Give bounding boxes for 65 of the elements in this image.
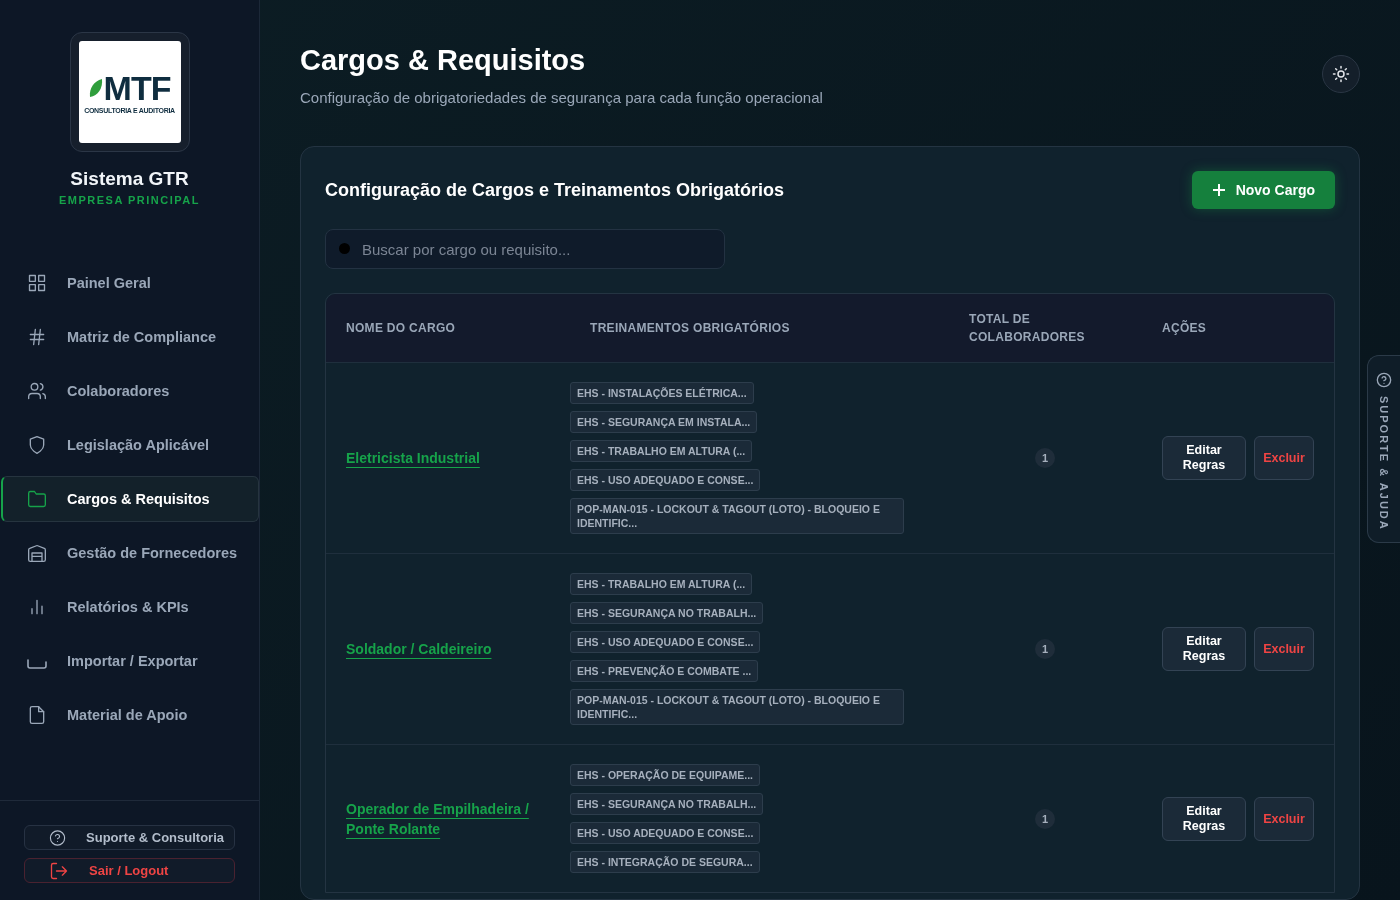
training-tag: EHS - INSTALAÇÕES ELÉTRICA... xyxy=(570,382,754,404)
theme-toggle[interactable] xyxy=(1322,55,1360,93)
delete-button[interactable]: Excluir xyxy=(1254,436,1314,480)
search-field[interactable]: Buscar por cargo ou requisito... xyxy=(325,229,725,269)
folder-icon xyxy=(27,489,47,509)
tray-icon xyxy=(27,658,47,669)
help-tab[interactable]: SUPORTE & AJUDA xyxy=(1367,355,1400,543)
logout-icon xyxy=(49,860,69,881)
card-title: Configuração de Cargos e Treinamentos Obrigatórios xyxy=(325,179,785,201)
delete-button[interactable]: Excluir xyxy=(1254,796,1314,841)
training-tag: EHS - SEGURANÇA NO TRABALH... xyxy=(570,602,764,624)
training-tag: EHS - INTEGRAÇÃO DE SEGURA... xyxy=(570,851,760,873)
delete-button[interactable]: Excluir xyxy=(1254,627,1314,671)
training-tag: EHS - TRABALHO EM ALTURA (... xyxy=(570,573,753,595)
role-link[interactable]: Operador de Empilhadeira / Ponte Rolante xyxy=(346,798,550,839)
logout-button[interactable]: Sair / Logout xyxy=(24,858,235,883)
column-header: AÇÕES xyxy=(1161,319,1208,337)
users-icon xyxy=(27,381,47,401)
edit-rules-button[interactable]: Editar Regras xyxy=(1162,796,1246,841)
hash-icon xyxy=(27,327,47,347)
sidebar-item[interactable]: Importar / Exportar xyxy=(1,638,259,684)
page-subtitle: Configuração de obrigatoriedades de segurança para cada função operacional xyxy=(300,89,823,106)
sidebar-item[interactable]: Cargos & Requisitos xyxy=(1,476,259,522)
training-tag: EHS - OPERAÇÃO DE EQUIPAME... xyxy=(570,764,760,786)
training-tag: EHS - SEGURANÇA EM INSTALA... xyxy=(570,411,758,433)
edit-rules-button[interactable]: Editar Regras xyxy=(1162,627,1246,671)
sun-icon xyxy=(1332,65,1350,83)
training-tag: EHS - USO ADEQUADO E CONSE... xyxy=(570,822,761,844)
help-icon xyxy=(1376,372,1392,388)
training-tag: EHS - USO ADEQUADO E CONSE... xyxy=(570,469,761,491)
training-tag: POP-MAN-015 - LOCKOUT & TAGOUT (LOTO) - BLOQUEIO E IDENTIFIC... xyxy=(570,689,904,725)
search-icon xyxy=(339,243,350,254)
page-title: Cargos & Requisitos xyxy=(300,44,587,77)
file-icon xyxy=(27,705,47,725)
new-role-button[interactable]: Novo Cargo xyxy=(1191,171,1335,209)
company-name: EMPRESA PRINCIPAL xyxy=(59,194,200,206)
plus-icon xyxy=(1211,183,1226,197)
column-header: TREINAMENTOS OBRIGATÓRIOS xyxy=(589,319,791,337)
training-tag: EHS - SEGURANÇA NO TRABALH... xyxy=(570,793,764,815)
edit-rules-button[interactable]: Editar Regras xyxy=(1162,436,1246,480)
training-tag: EHS - PREVENÇÃO E COMBATE ... xyxy=(570,660,759,682)
training-tag: POP-MAN-015 - LOCKOUT & TAGOUT (LOTO) - BLOQUEIO E IDENTIFIC... xyxy=(570,498,904,534)
warehouse-icon xyxy=(27,543,47,563)
sidebar-item[interactable]: Legislação Aplicável xyxy=(1,422,259,468)
sidebar-item[interactable]: Colaboradores xyxy=(1,368,259,414)
leaf-icon xyxy=(88,77,103,98)
column-header: TOTAL DE COLABORADORES xyxy=(968,311,1086,346)
sidebar-item[interactable]: Painel Geral xyxy=(1,260,259,306)
employee-count: 1 xyxy=(1035,808,1055,829)
help-icon xyxy=(49,827,67,848)
sidebar-item[interactable]: Gestão de Fornecedores xyxy=(1,530,259,576)
sidebar-item[interactable]: Material de Apoio xyxy=(1,692,259,738)
sidebar-item[interactable]: Relatórios & KPIs xyxy=(1,584,259,630)
employee-count: 1 xyxy=(1035,639,1055,659)
role-link[interactable]: Eletricista Industrial xyxy=(346,448,480,468)
role-link[interactable]: Soldador / Caldeireiro xyxy=(346,639,492,659)
grid-icon xyxy=(27,273,47,293)
support-button[interactable]: Suporte & Consultoria xyxy=(24,825,235,850)
sidebar-item[interactable]: Matriz de Compliance xyxy=(1,314,259,360)
training-tag: EHS - TRABALHO EM ALTURA (... xyxy=(570,440,753,462)
app-title: Sistema GTR xyxy=(70,168,189,190)
column-header: NOME DO CARGO xyxy=(345,320,457,337)
training-tag: EHS - USO ADEQUADO E CONSE... xyxy=(570,631,761,653)
employee-count: 1 xyxy=(1035,448,1055,468)
shield-icon xyxy=(27,435,47,455)
